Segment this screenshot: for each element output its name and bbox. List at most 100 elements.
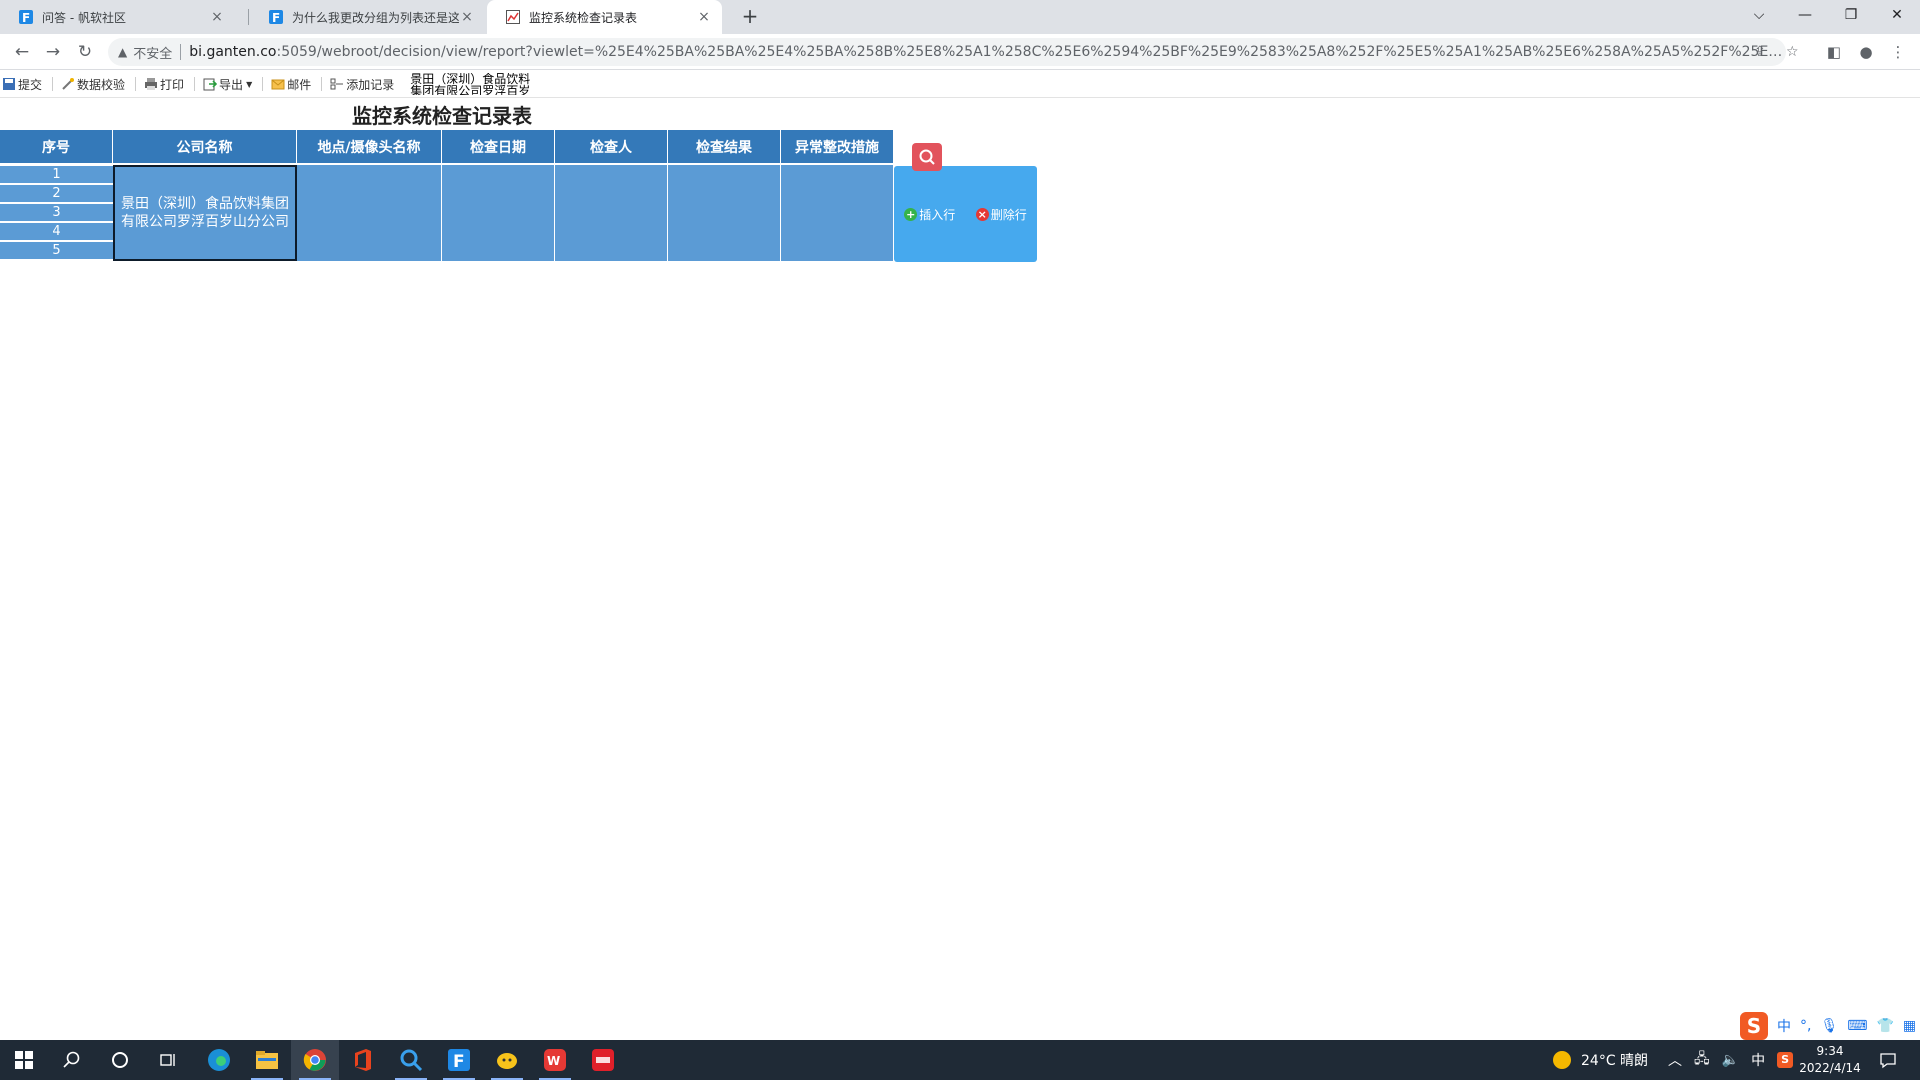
- toolbar-divider: [135, 77, 137, 91]
- new-tab-button[interactable]: +: [738, 5, 762, 29]
- check-date-cell[interactable]: [442, 165, 555, 261]
- url-path: :5059/webroot/decision/view/report?viewl…: [276, 44, 1786, 60]
- mail-button[interactable]: 邮件: [271, 76, 311, 93]
- company-name-tooltip: 景田（深圳）食品饮料集团有限公司罗浮百岁: [410, 73, 531, 95]
- validate-button[interactable]: 数据校验: [61, 76, 125, 93]
- company-name-cell[interactable]: 景田（深圳）食品饮料集团有限公司罗浮百岁山分公司: [113, 165, 297, 261]
- tab-fanruan-question[interactable]: F 为什么我更改分组为列表还是这样 ×: [250, 0, 485, 34]
- keyboard-icon[interactable]: ⌨: [1847, 1018, 1867, 1034]
- header-cell: 检查人: [555, 130, 668, 163]
- file-explorer-app-icon[interactable]: [243, 1040, 291, 1080]
- validate-label: 数据校验: [77, 77, 126, 92]
- side-panel-icon[interactable]: ◧: [1822, 40, 1846, 64]
- fanruan-app-icon[interactable]: F: [435, 1040, 483, 1080]
- submit-button[interactable]: 提交: [2, 76, 42, 93]
- ime-language-toggle[interactable]: 中: [1777, 1016, 1791, 1036]
- clock-date: 2022/4/14: [1799, 1061, 1861, 1075]
- tab-search-icon[interactable]: ⌵: [1737, 0, 1781, 30]
- report-title: 监控系统检查记录表: [352, 104, 532, 128]
- wps-app-icon[interactable]: W: [531, 1040, 579, 1080]
- volume-icon[interactable]: 🔈: [1722, 1052, 1739, 1068]
- header-cell: 公司名称: [113, 130, 297, 163]
- chrome-app-icon[interactable]: [291, 1040, 339, 1080]
- menu-kebab-icon[interactable]: ⋮: [1886, 40, 1910, 64]
- address-bar[interactable]: ▲ 不安全 bi.ganten.co :5059/webroot/decisio…: [108, 38, 1786, 66]
- tab-fanruan-qa[interactable]: F 问答 - 帆软社区 ×: [0, 0, 235, 34]
- reload-icon[interactable]: ↻: [73, 40, 97, 64]
- task-view-icon[interactable]: [144, 1040, 192, 1080]
- fanruan-icon: F: [18, 9, 34, 25]
- tab-title: 为什么我更改分组为列表还是这样: [292, 10, 459, 25]
- ime-punctuation-toggle[interactable]: °,: [1800, 1018, 1811, 1034]
- close-icon[interactable]: ×: [696, 9, 712, 25]
- office-app-icon[interactable]: [339, 1040, 387, 1080]
- weather-text: 24°C 晴朗: [1581, 1053, 1649, 1069]
- insecure-label: 不安全: [133, 46, 173, 62]
- header-cell: 序号: [0, 130, 113, 163]
- toolbar-divider: [194, 77, 196, 91]
- add-record-button[interactable]: 添加记录: [330, 76, 394, 93]
- system-tray: ︿ 🖧 🔈 中 S: [1668, 1040, 1794, 1080]
- taskbar-search-icon[interactable]: [48, 1040, 96, 1080]
- restore-icon[interactable]: ❐: [1829, 0, 1873, 30]
- weather-widget[interactable]: 24°C 晴朗: [1553, 1040, 1648, 1080]
- mail-label: 邮件: [287, 77, 312, 92]
- export-label: 导出: [219, 77, 244, 92]
- row-number: 2: [0, 184, 113, 202]
- printer-icon: [144, 77, 158, 91]
- notification-icon[interactable]: [1868, 1040, 1908, 1080]
- insert-row-button[interactable]: + 插入行: [894, 166, 966, 262]
- apps-grid-icon[interactable]: ▦: [1903, 1018, 1916, 1034]
- svg-text:F: F: [22, 11, 30, 25]
- search-button[interactable]: [912, 143, 942, 171]
- fanruan-icon: F: [268, 9, 284, 25]
- svg-text:W: W: [547, 1054, 560, 1068]
- chevron-down-icon: ▼: [246, 79, 253, 89]
- windows-logo-icon: [15, 1051, 33, 1069]
- close-icon[interactable]: ×: [459, 9, 475, 25]
- delete-x-icon: ×: [975, 207, 989, 221]
- check-result-cell[interactable]: [668, 165, 781, 261]
- export-button[interactable]: 导出 ▼: [203, 76, 252, 93]
- minimize-icon[interactable]: —: [1783, 0, 1827, 30]
- forward-icon[interactable]: →: [41, 40, 65, 64]
- youdao-app-icon[interactable]: [579, 1040, 627, 1080]
- windows-taskbar: F W 24°C 晴朗 ︿ 🖧 🔈 中 S 9:34 2022/4/14: [0, 1040, 1920, 1080]
- search-tool-app-icon[interactable]: [387, 1040, 435, 1080]
- profile-avatar-icon[interactable]: ●: [1854, 40, 1878, 64]
- rectification-cell[interactable]: [781, 165, 894, 261]
- inspector-cell[interactable]: [555, 165, 668, 261]
- cortana-icon[interactable]: [96, 1040, 144, 1080]
- tray-overflow-icon[interactable]: ︿: [1668, 1050, 1682, 1070]
- microphone-icon[interactable]: 🎙: [1820, 1018, 1838, 1034]
- location-cell[interactable]: [297, 165, 442, 261]
- window-close-icon[interactable]: ✕: [1875, 0, 1919, 30]
- insert-row-label: 插入行: [919, 207, 956, 222]
- bookmark-star-icon[interactable]: ☆: [1786, 44, 1799, 60]
- start-button[interactable]: [0, 1040, 48, 1080]
- back-icon[interactable]: ←: [10, 40, 34, 64]
- close-icon[interactable]: ×: [209, 9, 225, 25]
- ime-indicator[interactable]: 中: [1751, 1050, 1765, 1070]
- row-number: 3: [0, 203, 113, 221]
- header-cell: 地点/摄像头名称: [297, 130, 442, 163]
- sogou-logo-icon[interactable]: S: [1740, 1012, 1768, 1040]
- submit-label: 提交: [18, 77, 43, 92]
- share-icon[interactable]: ⇪: [1754, 44, 1766, 60]
- header-cell: 检查结果: [668, 130, 781, 163]
- print-button[interactable]: 打印: [144, 76, 184, 93]
- report-icon: [505, 9, 521, 25]
- network-icon[interactable]: 🖧: [1694, 1048, 1710, 1072]
- taskbar-clock[interactable]: 9:34 2022/4/14: [1790, 1043, 1870, 1077]
- svg-text:F: F: [272, 11, 280, 25]
- delete-row-button[interactable]: × 删除行: [966, 166, 1038, 262]
- clock-time: 9:34: [1816, 1044, 1844, 1058]
- skin-icon[interactable]: 👕: [1876, 1018, 1893, 1034]
- tab-report[interactable]: 监控系统检查记录表 ×: [487, 0, 722, 34]
- plus-icon: +: [904, 207, 918, 221]
- edge-app-icon[interactable]: [195, 1040, 243, 1080]
- tab-strip: F 问答 - 帆软社区 × F 为什么我更改分组为列表还是这样 × 监控系统检查…: [0, 0, 1920, 34]
- toolbar-divider: [52, 77, 54, 91]
- messenger-app-icon[interactable]: [483, 1040, 531, 1080]
- omnibox-divider: [180, 44, 182, 60]
